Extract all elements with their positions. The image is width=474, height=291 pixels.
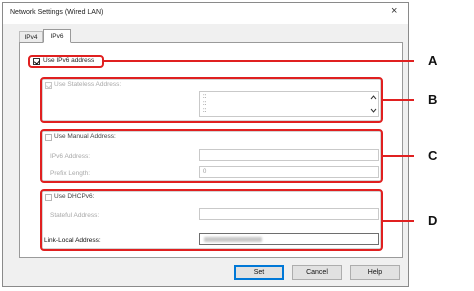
scroll-up-icon[interactable] [370, 94, 377, 101]
ipv6-address-label: IPv6 Address: [50, 153, 91, 160]
stateless-list-item: :: [203, 101, 207, 107]
callout-d-letter: D [428, 213, 438, 228]
link-local-address-field [199, 233, 379, 245]
manual-label: Use Manual Address: [54, 133, 116, 140]
cancel-button[interactable]: Cancel [292, 265, 342, 280]
stateless-list-item: :: [203, 108, 207, 114]
dhcpv6-label: Use DHCPv6: [54, 193, 95, 200]
callout-a-letter: A [428, 53, 438, 68]
callout-d-line [383, 220, 414, 222]
prefix-length-input[interactable]: 0 [199, 166, 379, 178]
use-ipv6-checkbox[interactable] [33, 58, 40, 65]
manual-checkbox[interactable] [45, 134, 52, 141]
stateful-address-input[interactable] [199, 208, 379, 220]
stateful-address-label: Stateful Address: [50, 212, 100, 219]
link-local-address-redacted [204, 237, 262, 242]
set-button[interactable]: Set [234, 265, 284, 280]
callout-a-line [104, 60, 414, 62]
dhcpv6-checkbox[interactable] [45, 194, 52, 201]
stateless-label: Use Stateless Address: [54, 81, 122, 88]
stateless-address-list[interactable]: :: :: :: [199, 91, 379, 117]
use-ipv6-label: Use IPv6 address [43, 57, 95, 64]
ipv6-address-input[interactable] [199, 149, 379, 161]
callout-c-letter: C [428, 148, 438, 163]
window-title: Network Settings (Wired LAN) [10, 9, 104, 16]
prefix-length-value: 0 [203, 169, 207, 175]
tab-ipv4[interactable]: IPv4 [19, 31, 43, 42]
stateless-checkbox[interactable] [45, 82, 52, 89]
link-local-address-label: Link-Local Address: [44, 237, 101, 244]
tab-ipv6[interactable]: IPv6 [43, 29, 71, 43]
prefix-length-label: Prefix Length: [50, 170, 91, 177]
callout-b-letter: B [428, 92, 438, 107]
close-icon[interactable]: × [391, 6, 397, 17]
scroll-down-icon[interactable] [370, 107, 377, 114]
help-button[interactable]: Help [350, 265, 400, 280]
callout-b-line [383, 99, 414, 101]
callout-c-line [383, 155, 414, 157]
stateless-list-item: :: [203, 94, 207, 100]
